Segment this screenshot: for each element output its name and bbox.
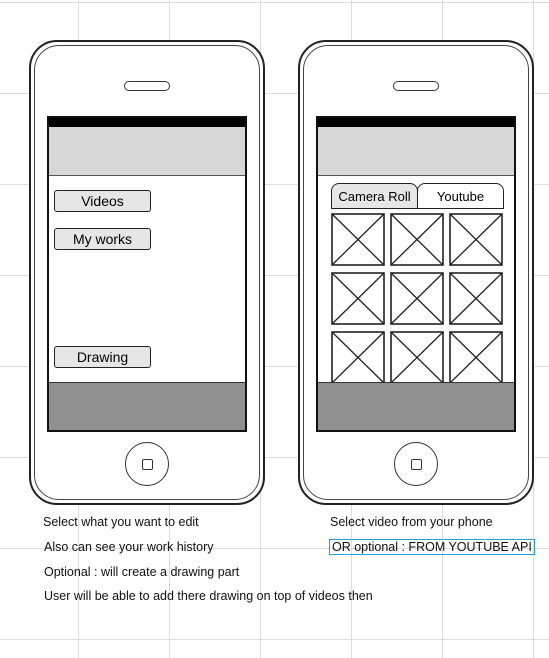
status-bar <box>318 118 514 127</box>
home-button[interactable] <box>394 442 438 486</box>
nav-bar <box>49 127 245 176</box>
tab-bar <box>49 382 245 430</box>
image-placeholder-icon[interactable] <box>449 272 503 325</box>
image-placeholder-icon[interactable] <box>390 331 444 384</box>
speaker-icon <box>393 81 439 91</box>
right-phone-mockup: Camera Roll Youtube <box>298 40 534 505</box>
right-phone-screen: Camera Roll Youtube <box>316 116 516 432</box>
nav-bar <box>318 127 514 176</box>
speaker-icon <box>124 81 170 91</box>
image-placeholder-icon[interactable] <box>449 331 503 384</box>
note-drawing-part: Optional : will create a drawing part <box>44 565 240 579</box>
left-phone-mockup: Videos My works Drawing <box>29 40 265 505</box>
home-button[interactable] <box>125 442 169 486</box>
tab-camera-roll[interactable]: Camera Roll <box>331 183 418 209</box>
note-drawing-on-videos: User will be able to add there drawing o… <box>44 589 373 603</box>
image-placeholder-icon[interactable] <box>390 213 444 266</box>
status-bar <box>49 118 245 127</box>
note-youtube-api[interactable]: OR optional : FROM YOUTUBE API <box>329 539 535 555</box>
videos-button[interactable]: Videos <box>54 190 151 212</box>
tab-bar <box>318 382 514 430</box>
image-placeholder-icon[interactable] <box>331 331 385 384</box>
image-placeholder-icon[interactable] <box>390 272 444 325</box>
tab-youtube[interactable]: Youtube <box>417 183 504 209</box>
note-work-history: Also can see your work history <box>44 540 214 554</box>
drawing-button[interactable]: Drawing <box>54 346 151 368</box>
my-works-button[interactable]: My works <box>54 228 151 250</box>
image-placeholder-icon[interactable] <box>331 213 385 266</box>
image-placeholder-icon[interactable] <box>331 272 385 325</box>
note-select-edit: Select what you want to edit <box>43 515 199 529</box>
note-select-video: Select video from your phone <box>330 515 493 529</box>
left-phone-screen: Videos My works Drawing <box>47 116 247 432</box>
image-placeholder-icon[interactable] <box>449 213 503 266</box>
